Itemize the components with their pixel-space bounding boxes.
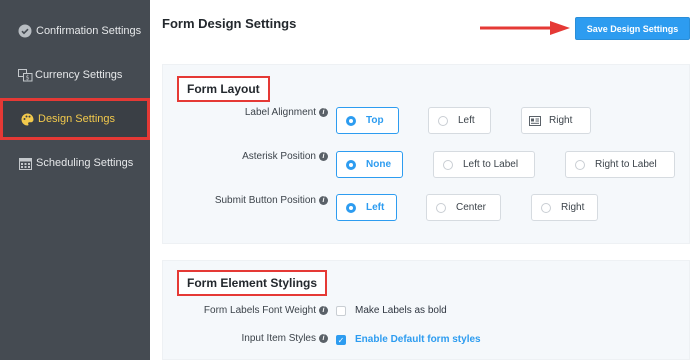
sidebar-item-label: Scheduling Settings: [36, 157, 134, 169]
asterisk-position-right-to-label-option[interactable]: Right to Label: [565, 151, 675, 178]
form-layout-panel: Form Layout Label Alignment i Top Left R…: [162, 64, 690, 244]
label-text: Asterisk Position: [242, 150, 316, 162]
checkbox-label: Enable Default form styles: [355, 334, 481, 345]
radio-icon: [575, 159, 585, 170]
info-icon[interactable]: i: [319, 305, 328, 315]
option-label: Left: [366, 202, 385, 213]
section-title-form-element-stylings: Form Element Stylings: [177, 270, 328, 296]
checkbox-label: Make Labels as bold: [355, 305, 447, 316]
currency-icon: $: [17, 67, 33, 83]
info-icon[interactable]: i: [319, 107, 328, 117]
submit-position-right-option[interactable]: Right: [531, 194, 598, 221]
check-circle-icon: [17, 23, 33, 39]
sidebar: Confirmation Settings $ Currency Setting…: [0, 0, 150, 360]
calendar-icon: [17, 155, 33, 171]
label-text: Label Alignment: [244, 106, 316, 118]
label-text: Form Labels Font Weight: [203, 304, 316, 316]
radio-icon: [541, 202, 551, 213]
sidebar-item-label: Currency Settings: [35, 69, 123, 81]
label-text: Input Item Styles: [241, 332, 316, 344]
svg-text:$: $: [25, 74, 29, 81]
label-text: Submit Button Position: [214, 194, 316, 206]
input-item-styles-label: Input Item Styles i: [163, 331, 328, 345]
sidebar-item-scheduling-settings[interactable]: Scheduling Settings: [0, 142, 150, 184]
submit-button-position-label: Submit Button Position i: [163, 193, 328, 207]
info-icon[interactable]: i: [319, 151, 328, 161]
font-weight-label: Form Labels Font Weight i: [163, 303, 328, 317]
enable-default-styles-checkbox[interactable]: ✓: [336, 334, 346, 345]
radio-icon: [438, 115, 448, 126]
asterisk-position-label: Asterisk Position i: [163, 149, 328, 163]
option-label: None: [366, 159, 391, 170]
sidebar-item-label: Design Settings: [38, 113, 116, 125]
radio-icon: [346, 115, 356, 126]
palette-icon: [19, 111, 35, 127]
label-alignment-left-option[interactable]: Left: [428, 107, 491, 134]
label-alignment-top-option[interactable]: Top: [336, 107, 399, 134]
arrow-right-icon: [480, 21, 570, 35]
asterisk-position-left-to-label-option[interactable]: Left to Label: [433, 151, 535, 178]
main-content: Form Design Settings Save Design Setting…: [150, 0, 700, 360]
form-element-stylings-panel: Form Element Stylings Form Labels Font W…: [162, 260, 690, 360]
info-icon[interactable]: i: [319, 333, 328, 343]
sidebar-item-confirmation-settings[interactable]: Confirmation Settings: [0, 10, 150, 52]
make-labels-bold-option[interactable]: Make Labels as bold: [336, 305, 447, 316]
asterisk-position-none-option[interactable]: None: [336, 151, 403, 178]
option-label: Center: [456, 202, 487, 213]
option-label: Right to Label: [595, 159, 657, 170]
option-label: Right: [561, 202, 585, 213]
info-icon[interactable]: i: [319, 195, 328, 205]
radio-icon: [436, 202, 446, 213]
radio-icon: [346, 202, 356, 213]
make-labels-bold-checkbox[interactable]: [336, 305, 346, 316]
option-label: Left: [458, 115, 475, 126]
save-design-settings-button[interactable]: Save Design Settings: [575, 17, 690, 40]
radio-icon: [346, 159, 356, 170]
id-card-icon: [529, 115, 541, 126]
sidebar-item-currency-settings[interactable]: $ Currency Settings: [0, 54, 150, 96]
label-alignment-right-option[interactable]: Right: [521, 107, 591, 134]
label-alignment-label: Label Alignment i: [163, 105, 328, 119]
submit-position-center-option[interactable]: Center: [426, 194, 501, 221]
radio-icon: [443, 159, 453, 170]
sidebar-item-design-settings[interactable]: Design Settings: [0, 98, 150, 140]
sidebar-item-label: Confirmation Settings: [36, 25, 142, 37]
page-title: Form Design Settings: [162, 16, 297, 31]
option-label: Left to Label: [463, 159, 519, 170]
section-title-form-layout: Form Layout: [177, 76, 270, 102]
option-label: Right: [549, 115, 573, 126]
option-label: Top: [366, 115, 384, 126]
enable-default-styles-option[interactable]: ✓ Enable Default form styles: [336, 334, 481, 345]
submit-position-left-option[interactable]: Left: [336, 194, 397, 221]
